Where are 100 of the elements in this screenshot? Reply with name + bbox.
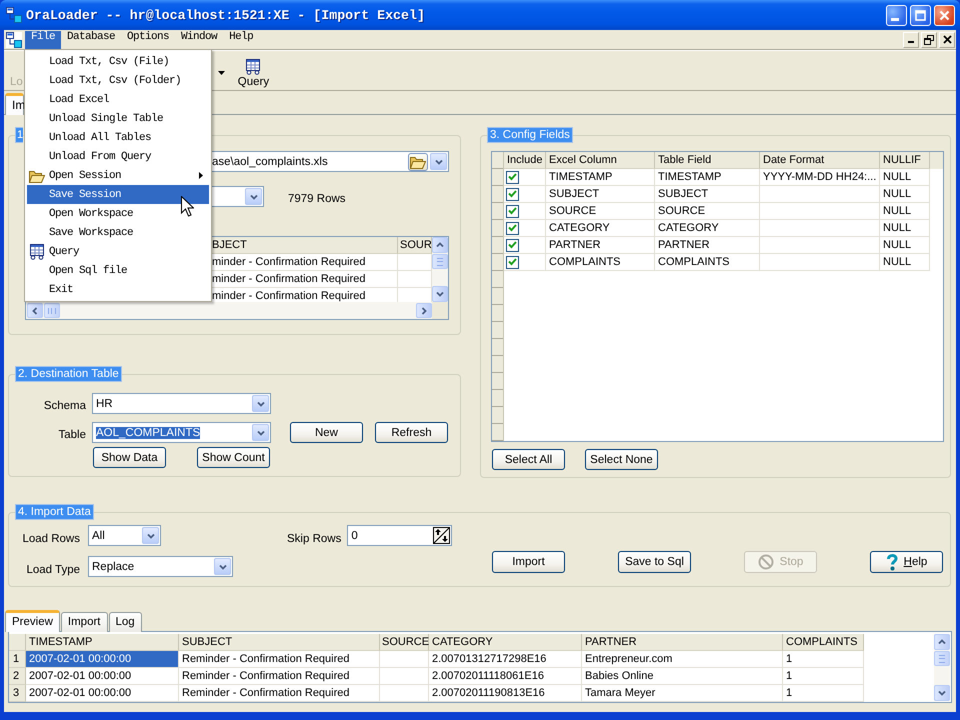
- table-cell: 2007-02-01 00:00:00: [26, 668, 179, 685]
- column-header: CATEGORY: [429, 634, 582, 651]
- dropdown-button[interactable]: [142, 527, 159, 544]
- dropdown-button[interactable]: [245, 188, 262, 205]
- minimize-button[interactable]: [903, 32, 919, 48]
- table-cell: NULL: [880, 254, 930, 271]
- tab[interactable]: Preview: [5, 610, 60, 632]
- spin-button[interactable]: [433, 527, 450, 544]
- table-cell: minder - Confirmation Required: [212, 254, 398, 271]
- push-button[interactable]: Save to Sql: [618, 551, 691, 573]
- group-title: 3. Config Fields: [487, 127, 573, 143]
- close-icon: [939, 10, 950, 20]
- scrollbar-thumb[interactable]: [44, 303, 60, 318]
- menu-item[interactable]: Load Txt, Csv (Folder): [27, 71, 209, 90]
- maximize-icon: [915, 10, 926, 20]
- checkbox[interactable]: [506, 238, 519, 252]
- push-button[interactable]: Refresh: [375, 422, 448, 443]
- tab[interactable]: Import: [60, 612, 108, 632]
- group-title: 2. Destination Table: [15, 366, 122, 382]
- browse-button[interactable]: [408, 152, 428, 170]
- toolbar-button[interactable]: Query: [238, 59, 270, 88]
- menu-item[interactable]: Window: [175, 30, 224, 48]
- table-cell: SUBJECT: [655, 186, 760, 203]
- menu-item[interactable]: Unload From Query: [27, 147, 209, 166]
- close-button[interactable]: [939, 32, 955, 48]
- push-button[interactable]: Show Data: [93, 447, 166, 468]
- menu-item[interactable]: Load Txt, Csv (File): [27, 52, 209, 71]
- dropdown-button[interactable]: [214, 558, 231, 575]
- table-cell: Babies Online: [582, 668, 783, 685]
- checkbox[interactable]: [506, 222, 519, 234]
- push-button[interactable]: Select All: [492, 449, 565, 470]
- menu-item[interactable]: Options: [121, 30, 176, 48]
- menu-item[interactable]: Open Session: [27, 166, 209, 185]
- dropdown-button[interactable]: [252, 395, 269, 412]
- dropdown-button[interactable]: [430, 153, 447, 170]
- scroll-left-button[interactable]: [27, 303, 43, 318]
- table-combo[interactable]: AOL_COMPLAINTS: [92, 422, 271, 443]
- push-button[interactable]: Import: [492, 551, 565, 573]
- field-label: Load Type: [26, 564, 80, 576]
- table-cell: NULL: [880, 220, 930, 237]
- prohibited-icon: [758, 554, 774, 570]
- push-button[interactable]: Help: [870, 551, 943, 573]
- column-header: BJECT: [212, 237, 398, 254]
- table-cell: SOURCE: [546, 203, 655, 220]
- table-icon: [29, 244, 45, 260]
- dropdown-button[interactable]: [252, 424, 269, 441]
- tab[interactable]: Log: [108, 612, 142, 632]
- scrollbar-corner: [432, 302, 448, 319]
- field-label: Load Rows: [22, 533, 80, 545]
- table-cell: NULL: [880, 237, 930, 254]
- scrollbar-thumb[interactable]: [934, 651, 950, 666]
- close-icon: [942, 35, 952, 44]
- push-button[interactable]: New: [290, 422, 363, 443]
- scroll-right-button[interactable]: [416, 303, 432, 318]
- schema-combo[interactable]: HR: [92, 393, 271, 414]
- load-type-combo[interactable]: Replace: [88, 556, 233, 577]
- restore-button[interactable]: [921, 32, 937, 48]
- menu-item[interactable]: Save Session: [27, 185, 209, 204]
- scroll-up-button[interactable]: [432, 237, 448, 253]
- menu-item[interactable]: Exit: [27, 280, 209, 299]
- caret-down-icon[interactable]: [218, 71, 225, 75]
- scroll-down-button[interactable]: [432, 286, 448, 302]
- file-path-field[interactable]: ase\aol_complaints.xls: [212, 151, 449, 172]
- maximize-button[interactable]: [910, 4, 931, 26]
- menu-item[interactable]: File: [25, 30, 62, 48]
- horizontal-scrollbar[interactable]: [26, 302, 432, 319]
- vertical-scrollbar[interactable]: [934, 634, 950, 701]
- minimize-icon: [891, 18, 899, 20]
- table-cell: NULL: [880, 186, 930, 203]
- menu-item[interactable]: Unload Single Table: [27, 109, 209, 128]
- vertical-scrollbar[interactable]: [432, 237, 448, 302]
- checkbox[interactable]: [506, 170, 519, 184]
- scrollbar-thumb[interactable]: [432, 254, 448, 269]
- menu-item[interactable]: Unload All Tables: [27, 128, 209, 147]
- checkbox[interactable]: [506, 256, 519, 268]
- chevron-left-icon: [32, 306, 38, 314]
- dropdown-field[interactable]: [212, 186, 264, 207]
- column-header: SOUR: [398, 237, 432, 254]
- checkbox[interactable]: [506, 188, 519, 200]
- mouse-pointer-icon: [181, 196, 194, 217]
- menu-item[interactable]: Load Excel: [27, 90, 209, 109]
- table-cell: 2.00702011190813E16: [429, 685, 582, 702]
- menu-item[interactable]: Database: [61, 30, 122, 48]
- menu-item[interactable]: Help: [223, 30, 260, 48]
- chevron-down-icon: [938, 690, 946, 696]
- menu-item[interactable]: Open Workspace: [27, 204, 209, 223]
- table-cell: Reminder - Confirmation Required: [179, 685, 380, 702]
- push-button[interactable]: Show Count: [197, 447, 270, 468]
- push-button[interactable]: Select None: [585, 449, 658, 470]
- table-cell: Reminder - Confirmation Required: [179, 668, 380, 685]
- scroll-down-button[interactable]: [934, 685, 950, 701]
- load-rows-combo[interactable]: All: [88, 525, 161, 546]
- menu-item[interactable]: Open Sql file: [27, 261, 209, 280]
- menu-item[interactable]: Query: [27, 242, 209, 261]
- menu-item[interactable]: Save Workspace: [27, 223, 209, 242]
- scroll-up-button[interactable]: [934, 634, 950, 650]
- column-header: PARTNER: [582, 634, 783, 651]
- checkbox[interactable]: [506, 204, 519, 218]
- skip-rows-field[interactable]: 0: [347, 525, 452, 546]
- field-label: Table: [58, 429, 86, 441]
